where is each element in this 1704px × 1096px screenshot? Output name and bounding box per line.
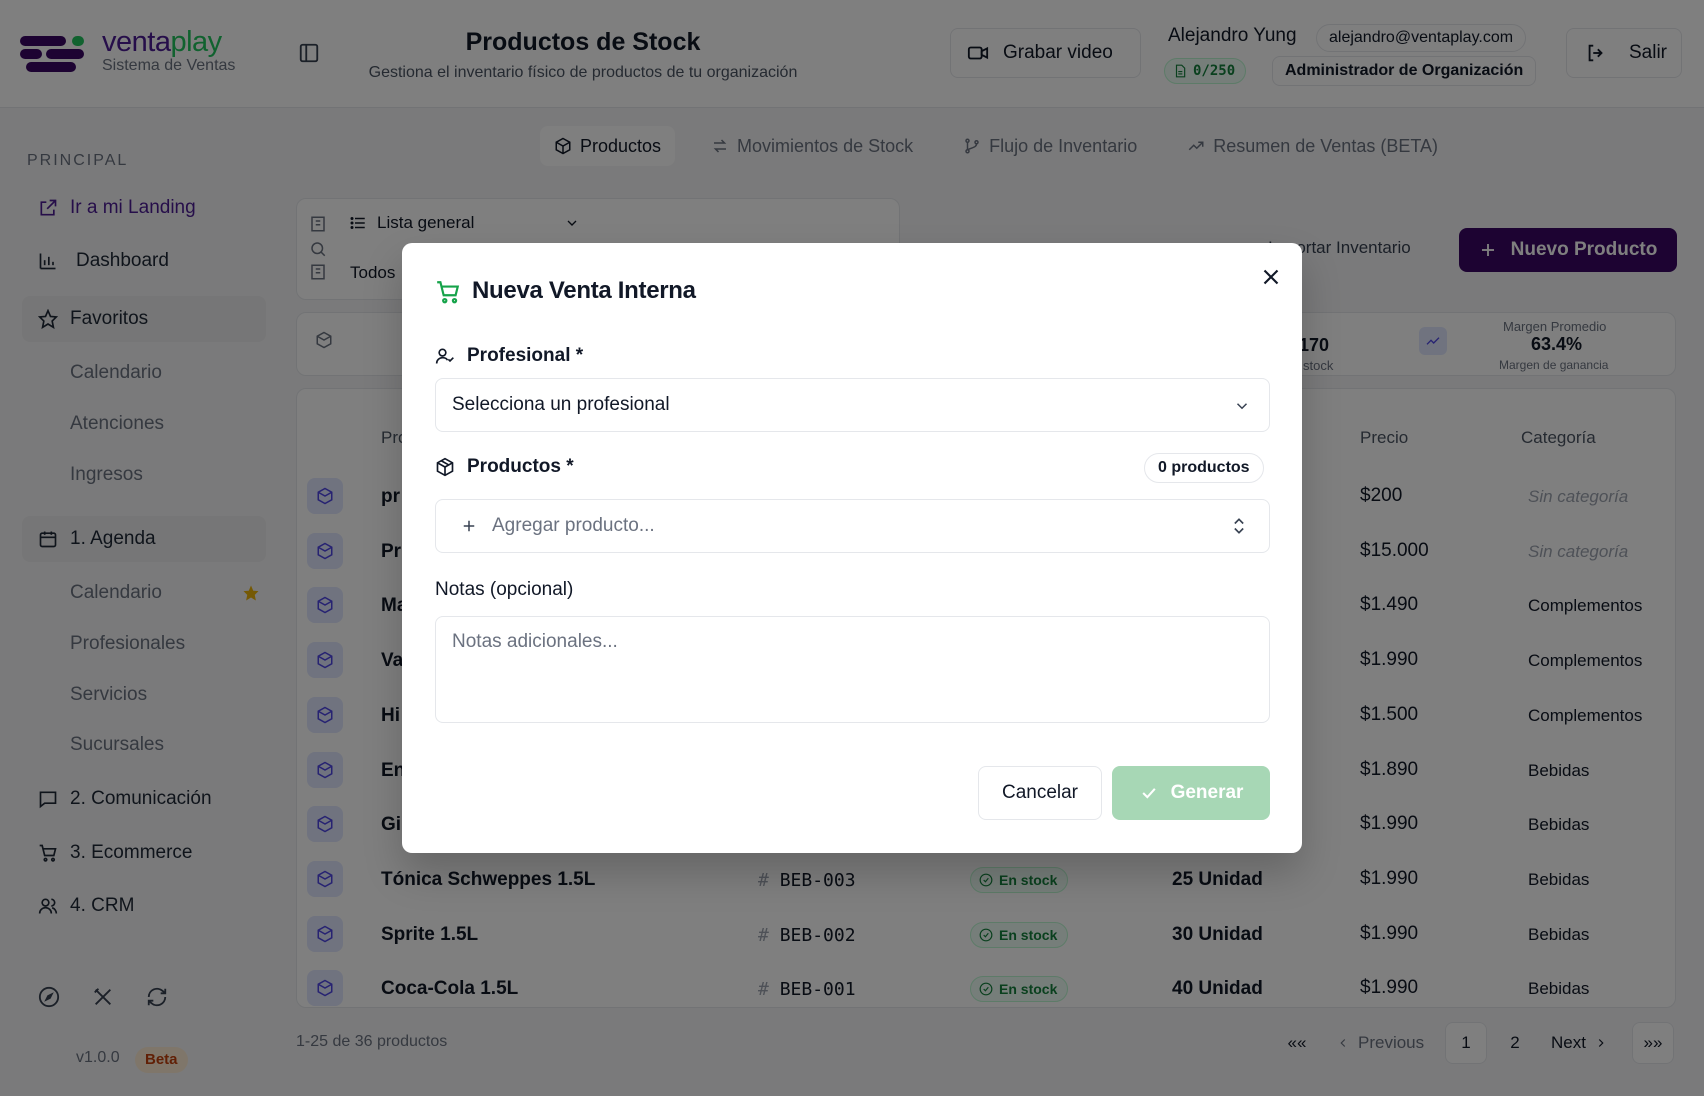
generate-button[interactable]: Generar <box>1112 766 1270 820</box>
professional-label-text: Profesional * <box>467 345 584 366</box>
notes-label: Notas (opcional) <box>435 579 574 600</box>
chevrons-up-down-icon <box>1234 518 1244 534</box>
app: ventaplay Sistema de Ventas Productos de… <box>0 0 1704 1096</box>
user-check-icon <box>435 348 454 364</box>
chevron-down-icon <box>1236 403 1248 410</box>
professional-select[interactable]: Selecciona un profesional <box>435 378 1270 432</box>
close-icon[interactable] <box>1258 264 1284 290</box>
add-product-placeholder: Agregar producto... <box>492 515 655 536</box>
modal-title: Nueva Venta Interna <box>472 277 696 304</box>
products-count-badge: 0 productos <box>1144 453 1264 483</box>
cart-icon <box>437 281 460 304</box>
package-icon <box>436 457 454 477</box>
plus-icon <box>463 520 475 532</box>
products-label-text: Productos * <box>467 456 574 477</box>
products-label: Productos * <box>435 456 574 478</box>
professional-label: Profesional * <box>435 345 583 367</box>
nueva-venta-modal: Nueva Venta Interna Profesional * Selecc… <box>402 243 1302 853</box>
professional-select-value: Selecciona un profesional <box>452 394 670 415</box>
add-product-combobox[interactable]: Agregar producto... <box>435 499 1270 553</box>
notes-textarea[interactable] <box>435 616 1270 723</box>
generate-label: Generar <box>1170 782 1244 803</box>
check-icon <box>1141 788 1156 799</box>
cancel-button[interactable]: Cancelar <box>978 766 1102 820</box>
